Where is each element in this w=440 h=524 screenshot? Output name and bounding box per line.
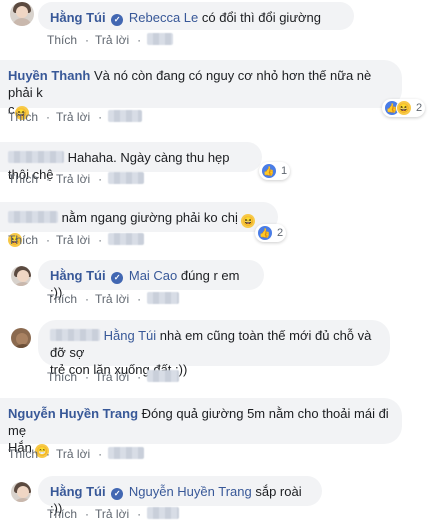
like-link[interactable]: Thích xyxy=(8,172,38,186)
like-link[interactable]: Thích xyxy=(8,110,38,124)
reaction-summary[interactable]: 👍 😆 2 xyxy=(382,99,426,117)
avatar[interactable] xyxy=(11,328,31,348)
reaction-summary[interactable]: 👍 2 xyxy=(255,224,287,242)
like-link[interactable]: Thích xyxy=(47,292,77,306)
timestamp-redacted xyxy=(147,370,180,382)
comment-author[interactable]: Hằng Túi xyxy=(50,268,106,283)
like-link[interactable]: Thích xyxy=(8,447,38,461)
avatar[interactable] xyxy=(10,2,34,26)
mention-tag[interactable]: Rebecca Le xyxy=(129,10,198,25)
timestamp-redacted xyxy=(147,292,180,304)
reaction-count: 2 xyxy=(277,227,284,239)
timestamp-redacted xyxy=(108,447,145,459)
avatar[interactable] xyxy=(11,266,31,286)
comment-bubble: Hằng Túi ✓ Mai Cao đúng r em :)) xyxy=(38,260,264,300)
author-redacted xyxy=(8,211,58,223)
author-redacted xyxy=(8,151,64,163)
comment-author[interactable]: Hằng Túi xyxy=(50,484,106,499)
verified-badge-icon: ✓ xyxy=(111,14,124,26)
reaction-count: 1 xyxy=(281,165,288,177)
mention-tag[interactable]: Hằng Túi xyxy=(104,328,157,343)
timestamp-redacted xyxy=(108,110,143,122)
timestamp-redacted xyxy=(108,172,145,184)
like-link[interactable]: Thích xyxy=(8,233,38,247)
comment-text: nằm ngang giường phải ko chị xyxy=(61,210,238,225)
comment-bubble: Hahaha. Ngày càng thu hẹp thôi chệ xyxy=(0,142,262,182)
like-link[interactable]: Thích xyxy=(47,370,77,384)
comment-bubble: Nguyễn Huyền Trang Đóng quả giường 5m nằ… xyxy=(0,398,402,458)
reply-link[interactable]: Trả lời xyxy=(56,172,90,186)
haha-icon: 😆 xyxy=(396,100,412,116)
comment-actions: Thích · Trả lời · xyxy=(8,110,143,124)
comment-actions: Thích · Trả lời · xyxy=(8,172,145,186)
comment-bubble: Huyền Thanh Và nó còn đang có nguy cơ nh… xyxy=(0,60,402,120)
verified-badge-icon: ✓ xyxy=(111,272,124,284)
comment-author[interactable]: Nguyễn Huyền Trang xyxy=(8,406,138,421)
reply-link[interactable]: Trả lời xyxy=(95,507,129,521)
reply-link[interactable]: Trả lời xyxy=(95,370,129,384)
comment-bubble: Hằng Túi nhà em cũng toàn thế mới đủ chỗ… xyxy=(38,320,390,377)
laughing-emoji: 😆 xyxy=(241,214,256,228)
mention-tag[interactable]: Mai Cao xyxy=(129,268,177,283)
like-link[interactable]: Thích xyxy=(47,507,77,521)
reply-link[interactable]: Trả lời xyxy=(56,110,90,124)
comment-text: có đổi thì đổi giường xyxy=(201,10,322,25)
reaction-summary[interactable]: 👍 1 xyxy=(259,162,291,180)
comment-actions: Thích · Trả lời · xyxy=(8,447,145,461)
reply-link[interactable]: Trả lời xyxy=(56,233,90,247)
comment-bubble: Hằng Túi ✓ Rebecca Le có đổi thì đổi giư… xyxy=(38,2,354,30)
comment-actions: Thích · Trả lời · xyxy=(47,292,180,306)
verified-badge-icon: ✓ xyxy=(111,488,124,500)
comment-author[interactable]: Huyền Thanh xyxy=(8,68,90,83)
comment-actions: Thích · Trả lời · xyxy=(47,33,174,47)
comment-bubble: nằm ngang giường phải ko chị 😆😆 xyxy=(0,202,278,247)
comment-actions: Thích · Trả lời · xyxy=(47,507,180,521)
comment-actions: Thích · Trả lời · xyxy=(8,233,145,247)
reply-link[interactable]: Trả lời xyxy=(95,33,129,47)
reply-link[interactable]: Trả lời xyxy=(95,292,129,306)
reply-link[interactable]: Trả lời xyxy=(56,447,90,461)
like-icon: 👍 xyxy=(257,225,273,241)
author-redacted xyxy=(50,329,100,341)
timestamp-redacted xyxy=(147,33,174,45)
comment-actions: Thích · Trả lời · xyxy=(47,370,180,384)
like-icon: 👍 xyxy=(261,163,277,179)
timestamp-redacted xyxy=(147,507,180,519)
mention-tag[interactable]: Nguyễn Huyền Trang xyxy=(129,484,252,499)
reaction-count: 2 xyxy=(416,102,423,114)
avatar[interactable] xyxy=(11,482,31,502)
comment-author[interactable]: Hằng Túi xyxy=(50,10,106,25)
comment-bubble: Hằng Túi ✓ Nguyễn Huyền Trang sắp roài :… xyxy=(38,476,322,516)
like-link[interactable]: Thích xyxy=(47,33,77,47)
timestamp-redacted xyxy=(108,233,145,245)
